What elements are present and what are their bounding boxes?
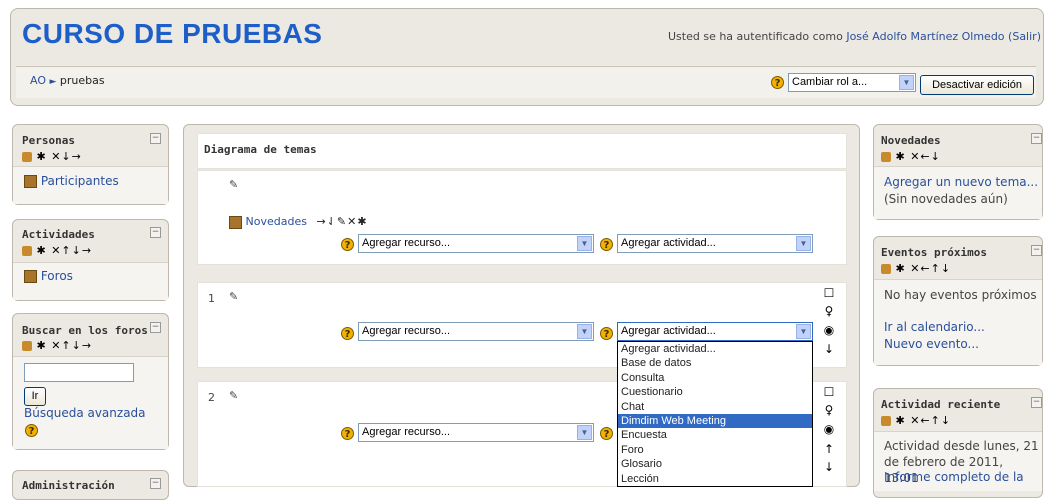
dropdown-option[interactable]: Base de datos (618, 356, 812, 370)
block-title-actividad: Actividad reciente (881, 398, 1001, 411)
dropdown-option[interactable]: Lección (618, 472, 812, 486)
dropdown-option[interactable]: Agregar actividad... (618, 342, 812, 356)
user-name-link[interactable]: José Adolfo Martínez Olmedo (846, 30, 1004, 43)
people-icon (24, 175, 37, 188)
help-icon[interactable]: ? (341, 327, 354, 340)
chevron-down-icon: ▼ (577, 236, 592, 251)
edit-toggle-button[interactable]: Desactivar edición (920, 75, 1034, 95)
add-resource-select[interactable]: Agregar recurso... ▼ (358, 423, 594, 442)
advanced-search-link[interactable]: Búsqueda avanzada (24, 406, 146, 420)
dropdown-option[interactable]: Cuestionario (618, 385, 812, 399)
login-info: Usted se ha autentificado como José Adol… (668, 30, 1041, 43)
foros-link[interactable]: Foros (24, 269, 73, 283)
collapse-icon[interactable]: − (150, 322, 161, 333)
edit-summary-icon[interactable]: ✎ (229, 178, 238, 191)
block-title-buscar: Buscar en los foros (22, 324, 148, 337)
move-down-icon[interactable]: ↓ (822, 460, 836, 474)
block-edit-icons[interactable]: ✱ ✕←↓ (881, 150, 941, 163)
add-resource-select[interactable]: Agregar recurso... ▼ (358, 322, 594, 341)
roles-icon (22, 341, 32, 351)
move-up-icon[interactable]: ↑ (822, 442, 836, 456)
help-icon[interactable]: ? (341, 238, 354, 251)
block-edit-icons[interactable]: ✱ ✕←↑↓ (881, 414, 951, 427)
section-number: 1 (208, 292, 215, 305)
dropdown-option[interactable]: Encuesta (618, 428, 812, 442)
full-report-link[interactable]: Informe completo de la (884, 470, 1024, 484)
block-title-novedades: Novedades (881, 134, 941, 147)
move-down-icon[interactable]: ↓ (822, 342, 836, 356)
block-title-eventos: Eventos próximos (881, 246, 987, 259)
dropdown-option[interactable]: Chat (618, 400, 812, 414)
collapse-icon[interactable]: − (150, 478, 161, 489)
forum-icon (229, 215, 242, 229)
dropdown-option[interactable]: Foro (618, 443, 812, 457)
breadcrumb-current: pruebas (59, 74, 105, 87)
dropdown-option[interactable]: Consulta (618, 371, 812, 385)
add-activity-select[interactable]: Agregar actividad... ▼ (617, 322, 813, 341)
section-number: 2 (208, 391, 215, 404)
help-icon[interactable]: ? (600, 427, 613, 440)
help-icon[interactable]: ? (25, 424, 38, 437)
calendar-link[interactable]: Ir al calendario... (884, 320, 985, 334)
collapse-icon[interactable]: − (1031, 245, 1042, 256)
highlight-box-icon[interactable]: ☐ (822, 385, 836, 399)
block-edit-icons[interactable]: ✱ ✕↑↓→ (22, 339, 92, 352)
eye-icon[interactable]: ◉ (822, 422, 836, 436)
login-prefix: Usted se ha autentificado como (668, 30, 847, 43)
roles-icon (881, 152, 891, 162)
add-activity-select[interactable]: Agregar actividad... ▼ (617, 234, 813, 253)
activity-dropdown-list[interactable]: Agregar actividad... Base de datos Consu… (617, 341, 813, 487)
forum-edit-icons[interactable]: →⇃✎✕✱ (316, 215, 367, 228)
novedades-forum-link[interactable]: Novedades →⇃✎✕✱ (229, 215, 368, 229)
block-title-personas: Personas (22, 134, 75, 147)
collapse-icon[interactable]: − (1031, 397, 1042, 408)
block-title-actividades: Actividades (22, 228, 95, 241)
breadcrumb: AO ► pruebas (30, 74, 105, 87)
lightbulb-icon[interactable]: ♀ (822, 304, 836, 318)
dropdown-option-highlighted[interactable]: Dimdim Web Meeting (618, 413, 812, 429)
help-icon[interactable]: ? (771, 76, 784, 89)
collapse-icon[interactable]: − (1031, 133, 1042, 144)
role-select[interactable]: Cambiar rol a... ▼ (788, 73, 916, 92)
participantes-link[interactable]: Participantes (24, 174, 119, 188)
add-topic-link[interactable]: Agregar un nuevo tema... (884, 175, 1038, 189)
no-news-note: (Sin novedades aún) (884, 192, 1008, 206)
edit-summary-icon[interactable]: ✎ (229, 389, 238, 402)
chevron-down-icon: ▼ (899, 75, 914, 90)
collapse-icon[interactable]: − (150, 133, 161, 144)
add-resource-select[interactable]: Agregar recurso... ▼ (358, 234, 594, 253)
edit-summary-icon[interactable]: ✎ (229, 290, 238, 303)
roles-icon (22, 152, 32, 162)
highlight-box-icon[interactable]: ☐ (822, 286, 836, 300)
no-events-note: No hay eventos próximos (884, 288, 1037, 302)
help-icon[interactable]: ? (600, 327, 613, 340)
forum-search-input[interactable] (24, 363, 134, 382)
chevron-down-icon: ▼ (796, 236, 811, 251)
chevron-down-icon: ▼ (796, 324, 811, 339)
new-event-link[interactable]: Nuevo evento... (884, 337, 979, 351)
search-go-button[interactable]: Ir (24, 387, 46, 406)
breadcrumb-home[interactable]: AO (30, 74, 46, 87)
roles-icon (22, 246, 32, 256)
course-title: CURSO DE PRUEBAS (22, 18, 323, 49)
lightbulb-icon[interactable]: ♀ (822, 403, 836, 417)
block-edit-icons[interactable]: ✱ ✕↓→ (22, 150, 82, 163)
help-icon[interactable]: ? (600, 238, 613, 251)
roles-icon (881, 264, 891, 274)
main-title: Diagrama de temas (204, 143, 317, 156)
chevron-down-icon: ▼ (577, 425, 592, 440)
help-icon[interactable]: ? (341, 427, 354, 440)
block-edit-icons[interactable]: ✱ ✕←↑↓ (881, 262, 951, 275)
dropdown-option[interactable]: Glosario (618, 457, 812, 471)
block-edit-icons[interactable]: ✱ ✕↑↓→ (22, 244, 92, 257)
eye-icon[interactable]: ◉ (822, 323, 836, 337)
breadcrumb-separator-icon: ► (49, 77, 57, 87)
logout-link[interactable]: (Salir) (1008, 30, 1041, 43)
forum-icon (24, 270, 37, 283)
chevron-down-icon: ▼ (577, 324, 592, 339)
collapse-icon[interactable]: − (150, 227, 161, 238)
roles-icon (881, 416, 891, 426)
block-title-admin: Administración (22, 479, 115, 492)
role-select-value: Cambiar rol a... (792, 76, 868, 88)
